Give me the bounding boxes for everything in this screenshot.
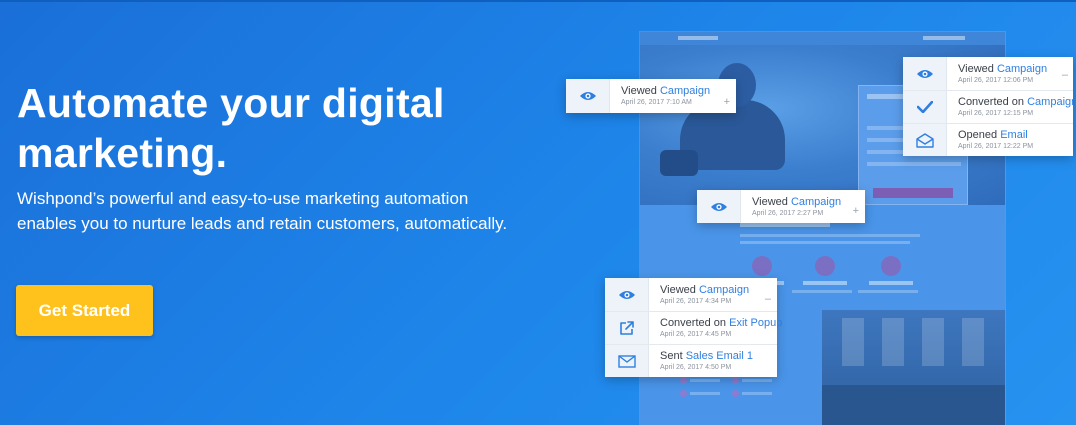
event-link[interactable]: Campaign xyxy=(1027,96,1076,108)
expand-toggle[interactable]: + xyxy=(724,97,730,108)
activity-row: Viewed Campaign April 26, 2017 12:06 PM xyxy=(903,57,1073,90)
event-link[interactable]: Campaign xyxy=(699,284,749,296)
event-link[interactable]: Sales Email 1 xyxy=(686,350,753,362)
event-link[interactable]: Campaign xyxy=(997,63,1047,75)
envelope-icon xyxy=(605,345,649,377)
event-link[interactable]: Campaign xyxy=(791,196,841,208)
hero-description: Wishpond’s powerful and easy-to-use mark… xyxy=(17,189,508,233)
event-timestamp: April 26, 2017 7:10 AM xyxy=(621,99,692,106)
event-timestamp: April 26, 2017 4:50 PM xyxy=(660,364,732,371)
activity-row: Opened Email April 26, 2017 12:22 PM xyxy=(903,123,1073,156)
preview-gym-image xyxy=(822,310,1005,425)
top-border xyxy=(0,0,1076,2)
event-link[interactable]: Exit Popup xyxy=(729,317,782,329)
event-timestamp: April 26, 2017 12:15 PM xyxy=(958,110,1034,117)
activity-card-bottom: Viewed Campaign April 26, 2017 4:34 PM C… xyxy=(605,278,782,377)
event-action: Viewed xyxy=(621,85,657,97)
event-link[interactable]: Email xyxy=(1000,129,1028,141)
event-timestamp: April 26, 2017 2:27 PM xyxy=(752,209,824,217)
preview-nav-links xyxy=(923,36,965,40)
preview-navbar xyxy=(640,32,1005,45)
event-action: Converted on xyxy=(660,317,727,329)
checkmark-icon xyxy=(903,91,947,123)
activity-card-middle: Viewed Campaign April 26, 2017 2:27 PM + xyxy=(697,190,865,223)
dumbbell-shape xyxy=(660,150,698,176)
envelope-open-icon xyxy=(903,124,947,156)
event-action: Viewed xyxy=(752,195,788,208)
preview-feature-icon xyxy=(752,256,772,276)
event-action: Converted on xyxy=(958,96,1025,108)
eye-icon xyxy=(697,190,741,223)
event-timestamp: April 26, 2017 12:22 PM xyxy=(958,143,1034,150)
activity-row: Viewed Campaign April 26, 2017 4:34 PM xyxy=(605,278,777,311)
preview-feature-icon xyxy=(881,256,901,276)
activity-card-top-left: Viewed Campaign April 26, 2017 7:10 AM + xyxy=(566,79,736,113)
hero-title: Automate your digital marketing. xyxy=(17,80,445,176)
activity-row: Sent Sales Email 1 April 26, 2017 4:50 P… xyxy=(605,344,777,377)
activity-row: Converted on Campaign April 26, 2017 12:… xyxy=(903,90,1076,123)
activity-row: Viewed Campaign April 26, 2017 7:10 AM xyxy=(566,79,736,113)
collapse-toggle[interactable]: – xyxy=(765,294,771,305)
event-timestamp: April 26, 2017 4:34 PM xyxy=(660,297,732,305)
external-link-icon xyxy=(605,312,649,344)
event-action: Opened xyxy=(958,129,998,141)
eye-icon xyxy=(566,79,610,113)
event-timestamp: April 26, 2017 4:45 PM xyxy=(660,331,732,338)
preview-form-button xyxy=(873,188,953,198)
activity-row: Converted on Exit Popup April 26, 2017 4… xyxy=(605,311,782,344)
eye-icon xyxy=(903,57,947,90)
event-action: Sent xyxy=(660,350,683,362)
event-action: Viewed xyxy=(958,62,994,75)
event-action: Viewed xyxy=(660,283,696,296)
preview-feature-icon xyxy=(815,256,835,276)
event-timestamp: April 26, 2017 12:06 PM xyxy=(958,76,1034,84)
activity-card-top-right: Viewed Campaign April 26, 2017 12:06 PM … xyxy=(903,57,1076,156)
get-started-button[interactable]: Get Started xyxy=(16,285,153,336)
event-link[interactable]: Campaign xyxy=(660,85,710,97)
expand-toggle[interactable]: + xyxy=(853,206,859,217)
collapse-toggle[interactable]: – xyxy=(1062,70,1068,81)
eye-icon xyxy=(605,278,649,311)
preview-logo xyxy=(678,36,718,40)
activity-row: Viewed Campaign April 26, 2017 2:27 PM xyxy=(697,190,865,223)
